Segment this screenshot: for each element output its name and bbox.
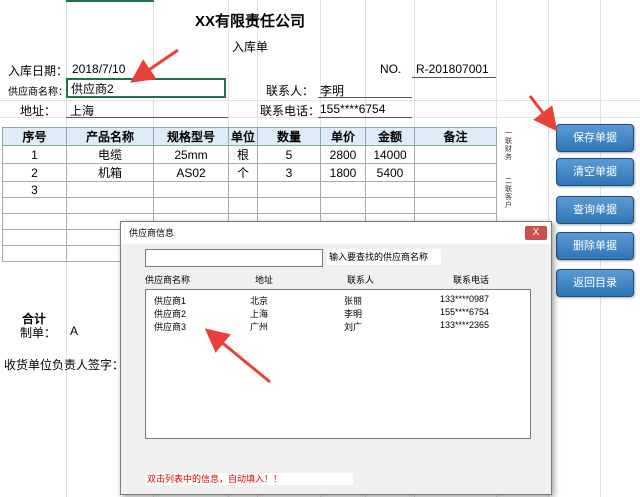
annotation-arrows [130,48,558,384]
arrow-to-save-button [528,95,558,132]
arrow-to-supplier-list [204,328,271,384]
arrow-to-supplier-field [130,48,179,83]
